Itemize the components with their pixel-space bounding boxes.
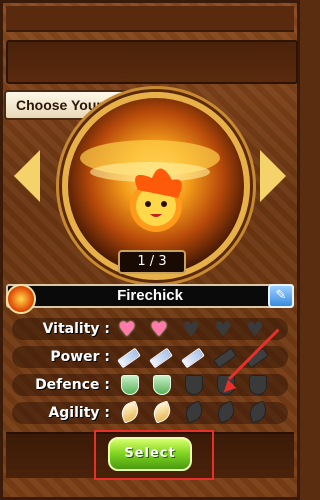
sword-icon: [117, 347, 141, 369]
sword-filled-icon: [117, 347, 141, 369]
stat-label: Defence :: [35, 377, 110, 393]
wing-filled-icon: [118, 400, 142, 424]
sword-icon: [181, 347, 205, 369]
shield-icon: [246, 375, 268, 395]
sword-icon: [149, 347, 173, 369]
shield-empty-icon: [249, 375, 267, 395]
wing-filled-icon: [150, 400, 174, 424]
shield-icon: [118, 375, 140, 395]
wing-empty-icon: [182, 400, 206, 424]
monster-name-bar: Firechick: [6, 284, 294, 308]
top-banner: [6, 40, 298, 84]
stat-row-vitality: Vitality : ♥ ♥ ♥ ♥ ♥: [8, 316, 292, 344]
heart-filled-icon: ♥: [118, 317, 136, 341]
heart-icon: ♥: [150, 319, 172, 339]
heart-icon: ♥: [246, 319, 268, 339]
wing-empty-icon: [214, 400, 238, 424]
heart-filled-icon: ♥: [150, 317, 168, 341]
pencil-edit-icon[interactable]: ✎: [268, 284, 294, 308]
sword-filled-icon: [149, 347, 173, 369]
stat-label: Power :: [50, 349, 110, 365]
sword-filled-icon: [181, 347, 205, 369]
heart-empty-icon: ♥: [246, 317, 264, 341]
firechick-image: [80, 140, 220, 232]
next-monster-arrow-icon[interactable]: [260, 150, 286, 202]
wing-icon: [214, 400, 238, 424]
shield-icon: [182, 375, 204, 395]
stat-pips: [118, 375, 268, 395]
wing-icon: [118, 400, 142, 424]
wing-icon: [150, 400, 174, 424]
wing-empty-icon: [246, 400, 270, 424]
stat-row-defence: Defence :: [8, 372, 292, 400]
wing-icon: [182, 400, 206, 424]
heart-icon: ♥: [182, 319, 204, 339]
shield-filled-icon: [121, 375, 139, 395]
heart-icon: ♥: [214, 319, 236, 339]
stats-panel: Vitality : ♥ ♥ ♥ ♥ ♥ Power : Defence : Agili…: [8, 316, 292, 428]
heart-empty-icon: ♥: [182, 317, 200, 341]
shield-filled-icon: [153, 375, 171, 395]
sword-icon: [213, 347, 237, 369]
stat-label: Vitality :: [42, 321, 110, 337]
shield-icon: [150, 375, 172, 395]
stat-label: Agility :: [48, 405, 110, 421]
stat-row-agility: Agility :: [8, 400, 292, 428]
heart-icon: ♥: [118, 319, 140, 339]
stat-pips: [118, 400, 270, 424]
wing-icon: [246, 400, 270, 424]
shield-empty-icon: [185, 375, 203, 395]
top-strip: [6, 6, 294, 32]
heart-empty-icon: ♥: [214, 317, 232, 341]
previous-monster-arrow-icon[interactable]: [14, 150, 40, 202]
fire-element-icon: [6, 284, 36, 314]
select-button[interactable]: Select: [108, 437, 192, 471]
page-counter: 1 / 3: [118, 250, 186, 274]
sword-empty-icon: [213, 347, 237, 369]
stat-pips: ♥ ♥ ♥ ♥ ♥: [118, 319, 268, 339]
monster-name: Firechick: [117, 287, 183, 304]
